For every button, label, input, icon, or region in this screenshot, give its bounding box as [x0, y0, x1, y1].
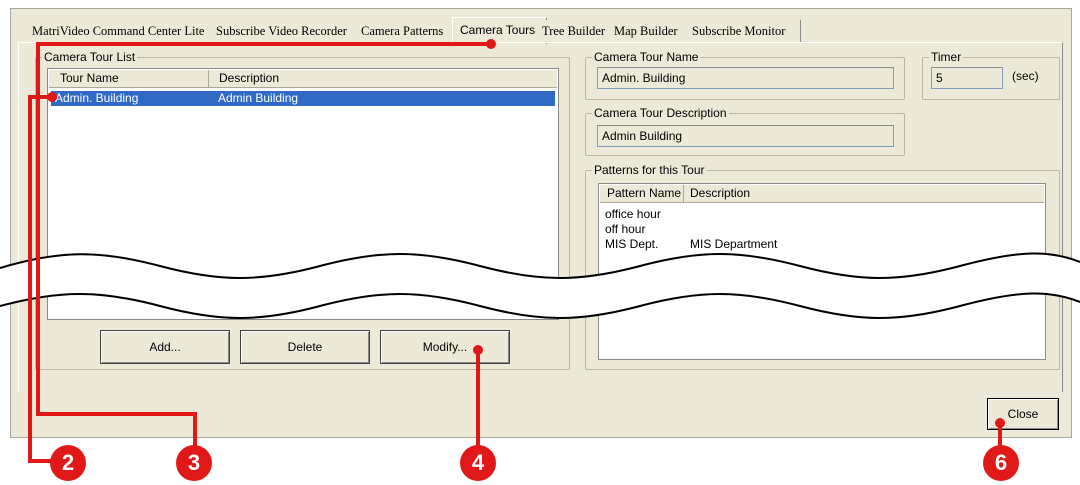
timer-field[interactable]: 5 — [931, 67, 1003, 89]
pattern-name-cell: off hour — [605, 222, 646, 236]
timer-unit: (sec) — [1012, 69, 1039, 83]
list-item[interactable]: office hour — [602, 207, 1042, 222]
table-row-selected[interactable]: Admin. Building Admin Building — [51, 91, 555, 106]
wavy-break-icon — [0, 252, 1080, 319]
list-item[interactable]: off hour — [602, 222, 1042, 237]
callout-4-badge: 4 — [460, 445, 496, 481]
callout-2-badge: 2 — [50, 445, 86, 481]
tab-camera-patterns[interactable]: Camera Patterns — [356, 20, 456, 42]
tour-description-cell: Admin Building — [218, 91, 299, 105]
delete-button[interactable]: Delete — [240, 330, 370, 364]
callout-2-line — [28, 95, 32, 461]
column-tour-name[interactable]: Tour Name — [49, 70, 209, 87]
patterns-list-header: Pattern Name Description — [600, 185, 1044, 203]
tour-list-header: Tour Name Description — [49, 70, 557, 88]
camera-tour-name-field[interactable]: Admin. Building — [597, 67, 894, 89]
column-pattern-name[interactable]: Pattern Name — [600, 185, 684, 202]
tab-tree-builder[interactable]: Tree Builder — [538, 20, 614, 42]
callout-3-line — [36, 42, 40, 416]
callout-4-line — [476, 350, 480, 448]
patterns-label: Patterns for this Tour — [594, 163, 705, 177]
camera-tour-description-label: Camera Tour Description — [594, 106, 727, 120]
callout-3-badge: 3 — [176, 445, 212, 481]
column-description[interactable]: Description — [209, 70, 559, 87]
timer-label: Timer — [931, 50, 962, 64]
tab-subscribe-video-recorder[interactable]: Subscribe Video Recorder — [212, 20, 361, 42]
column-pattern-description[interactable]: Description — [684, 185, 1046, 202]
add-button[interactable]: Add... — [100, 330, 230, 364]
pattern-name-cell: office hour — [605, 207, 661, 221]
tour-name-cell: Admin. Building — [55, 91, 139, 105]
camera-tour-name-label: Camera Tour Name — [594, 50, 699, 64]
tab-map-builder[interactable]: Map Builder — [609, 20, 694, 42]
callout-3-line — [36, 412, 196, 416]
camera-tour-description-field[interactable]: Admin Building — [597, 125, 894, 147]
camera-tour-list-label: Camera Tour List — [44, 50, 136, 64]
callout-6-badge: 6 — [983, 445, 1019, 481]
callout-3-line — [193, 412, 197, 448]
callout-3-line — [36, 42, 488, 46]
tab-camera-tours[interactable]: Camera Tours — [452, 17, 547, 44]
tab-command-center[interactable]: MatriVideo Command Center Lite — [28, 20, 217, 42]
modify-button[interactable]: Modify... — [380, 330, 510, 364]
tab-subscribe-monitor[interactable]: Subscribe Monitor — [688, 20, 801, 42]
